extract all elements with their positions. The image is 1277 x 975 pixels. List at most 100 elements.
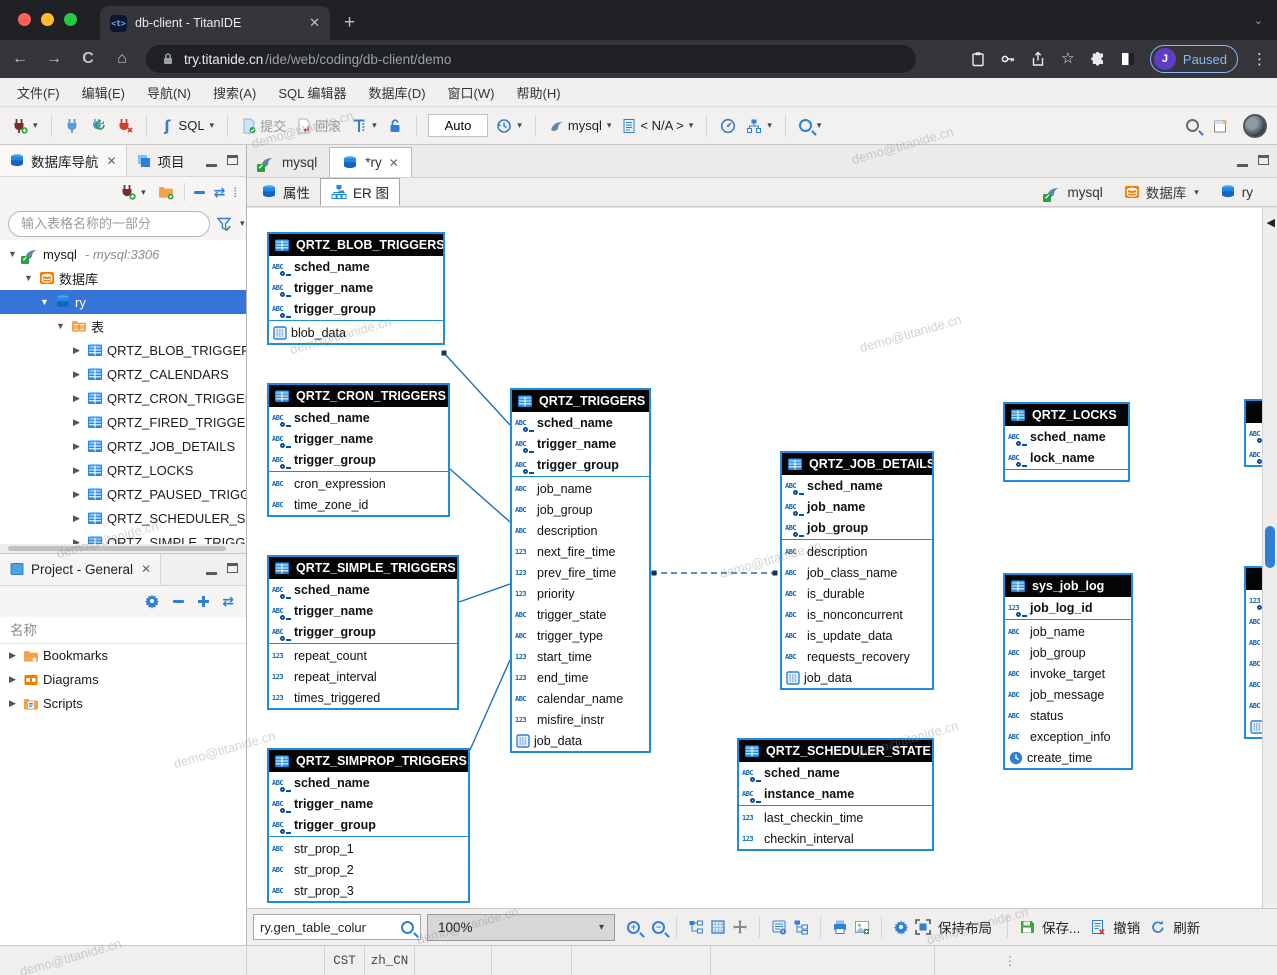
chevron-right-icon[interactable]: ▶ [6, 674, 19, 685]
chevron-down-icon[interactable]: ▼ [38, 297, 51, 307]
chevron-right-icon[interactable]: ▶ [70, 345, 83, 356]
refresh-button[interactable]: 刷新 [1173, 917, 1200, 937]
diagram-notes-icon[interactable] [771, 919, 787, 935]
project-item-bookmarks[interactable]: ▶Bookmarks [0, 644, 246, 668]
entity-column-invoke_target[interactable]: ABCinvoke_target [1005, 663, 1131, 684]
entity-column-job_name[interactable]: ABCjob_name [1005, 621, 1131, 642]
entity-column-instance_name[interactable]: ABCinstance_name [739, 783, 932, 804]
entity-qrtz_triggers[interactable]: QRTZ_TRIGGERSABCsched_nameABCtrigger_nam… [510, 388, 651, 753]
entity-column-misfire_instr[interactable]: 123misfire_instr [512, 709, 649, 730]
menu-item-5[interactable]: 数据库(D) [360, 80, 435, 105]
entity-column-sched_name[interactable]: ABCsched_name [269, 579, 457, 600]
entity-header[interactable]: QRTZ_CRON_TRIGGERS [269, 385, 448, 407]
minimize-editor-icon[interactable] [1237, 164, 1248, 167]
entity-column-trigger_name[interactable]: ABCtrigger_name [269, 428, 448, 449]
history-button[interactable]: ▾ [494, 115, 524, 137]
new-connection-small-button[interactable]: ▾ [118, 181, 148, 203]
expand-all-icon[interactable] [197, 595, 210, 608]
entity-column-start_time[interactable]: 123start_time [512, 646, 649, 667]
entity-column-checkin_interval[interactable]: 123checkin_interval [739, 828, 932, 849]
sql-editor-button[interactable]: ʃSQL▾ [158, 115, 217, 137]
entity-header[interactable]: QRTZ_SIMPLE_TRIGGERS [269, 557, 457, 579]
chevron-down-icon[interactable]: ▼ [54, 321, 67, 331]
entity-header[interactable]: QRTZ_BLOB_TRIGGERS [269, 234, 443, 256]
entity-column-trigger_state[interactable]: ABCtrigger_state [512, 604, 649, 625]
entity-column-str_prop_1[interactable]: ABCstr_prop_1 [269, 838, 468, 859]
entity-column-trigger_name[interactable]: ABCtrigger_name [269, 600, 457, 621]
editor-tab-mysql[interactable]: ✓mysql [247, 147, 329, 177]
tab-close-icon[interactable]: ✕ [309, 15, 320, 31]
entity-header[interactable]: QRTZ_SIMPROP_TRIGGERS [269, 750, 468, 772]
filter-dropdown-icon[interactable]: ▾ [240, 218, 245, 229]
collapse-all-icon[interactable] [193, 186, 206, 199]
entity-qrtz_simple_triggers[interactable]: QRTZ_SIMPLE_TRIGGERSABCsched_nameABCtrig… [267, 555, 459, 710]
entity-column-sched_name[interactable]: ABCsched_name [1005, 426, 1128, 447]
tab-overflow-chevron-icon[interactable]: ⌄ [1254, 14, 1263, 27]
clipboard-icon[interactable] [970, 51, 986, 67]
entity-column-job_group[interactable]: ABCjob_group [512, 499, 649, 520]
user-avatar[interactable] [1243, 114, 1267, 138]
commit-button[interactable]: 提交 [239, 113, 288, 138]
entity-column-sched_name[interactable]: ABCsched_name [269, 407, 448, 428]
maximize-panel-icon[interactable] [227, 155, 238, 165]
entity-column-times_triggered[interactable]: 123times_triggered [269, 687, 457, 708]
rollback-button[interactable]: 回滚 [294, 113, 343, 138]
tree-item-qrtz-blob-triggers[interactable]: ▶QRTZ_BLOB_TRIGGERS [0, 338, 246, 362]
entity-column-sched_name[interactable]: ABCsched_name [269, 256, 443, 277]
auto-layout-icon[interactable] [688, 919, 704, 935]
entity-qrtz_blob_triggers[interactable]: QRTZ_BLOB_TRIGGERSABCsched_nameABCtrigge… [267, 232, 445, 345]
bookmark-star-icon[interactable]: ☆ [1060, 51, 1076, 67]
entity-qrtz_job_details[interactable]: QRTZ_JOB_DETAILSABCsched_nameABCjob_name… [780, 451, 934, 690]
tree-item--[interactable]: ▼表 [0, 314, 246, 338]
entity-column-str_prop_3[interactable]: ABCstr_prop_3 [269, 880, 468, 901]
share-icon[interactable] [1030, 51, 1046, 67]
tab-database-navigator[interactable]: 数据库导航 ✕ [0, 145, 127, 176]
settings-gear-icon[interactable] [893, 919, 909, 935]
entity-column-end_time[interactable]: 123end_time [512, 667, 649, 688]
entity-column-job_name[interactable]: ABCjob_name [782, 496, 932, 517]
entity-column-requests_recovery[interactable]: ABCrequests_recovery [782, 646, 932, 667]
menu-item-7[interactable]: 帮助(H) [507, 80, 569, 105]
chevron-right-icon[interactable]: ▶ [70, 537, 83, 544]
perspective-icon[interactable] [1213, 118, 1229, 134]
home-icon[interactable]: ⌂ [112, 50, 132, 68]
entity-column-job_data[interactable]: job_data [512, 730, 649, 751]
entity-qrtz_simprop_triggers[interactable]: QRTZ_SIMPROP_TRIGGERSABCsched_nameABCtri… [267, 748, 470, 903]
scroll-thumb[interactable] [1265, 526, 1275, 568]
minimize-panel-icon[interactable] [206, 164, 217, 167]
entity-qrtz_scheduler_state[interactable]: QRTZ_SCHEDULER_STATEABCsched_nameABCinst… [737, 738, 934, 851]
undo-doc-icon[interactable] [1090, 919, 1106, 935]
close-icon[interactable]: ✕ [389, 156, 399, 170]
breadcrumb-item-ry[interactable]: ry [1220, 184, 1253, 200]
entity-column-repeat_count[interactable]: 123repeat_count [269, 645, 457, 666]
gear-icon[interactable] [144, 593, 160, 609]
entity-column-calendar_name[interactable]: ABCcalendar_name [512, 688, 649, 709]
close-icon[interactable]: ✕ [107, 154, 117, 168]
chevron-right-icon[interactable]: ▶ [70, 465, 83, 476]
entity-column-lock_name[interactable]: ABClock_name [1005, 447, 1128, 468]
browser-menu-kebab-icon[interactable]: ⋮ [1252, 50, 1267, 68]
entity-header[interactable]: QRTZ_LOCKS [1005, 404, 1128, 426]
entity-column-blob_data[interactable]: blob_data [269, 322, 443, 343]
entity-column-trigger_name[interactable]: ABCtrigger_name [512, 433, 649, 454]
entity-header[interactable]: QRTZ_SCHEDULER_STATE [739, 740, 932, 762]
filter-funnel-icon[interactable] [216, 216, 232, 232]
connect-button[interactable] [63, 115, 83, 137]
entity-column-job_message[interactable]: ABCjob_message [1005, 684, 1131, 705]
link-with-editor-icon[interactable]: ⇄ [214, 184, 226, 201]
entity-column-trigger_name[interactable]: ABCtrigger_name [269, 277, 443, 298]
minimize-panel-icon[interactable] [206, 572, 217, 575]
entity-column-job_log_id[interactable]: 123job_log_id [1005, 597, 1131, 618]
project-item-scripts[interactable]: ▶Scripts [0, 692, 246, 716]
forward-icon[interactable]: → [44, 50, 64, 68]
chevron-right-icon[interactable]: ▶ [70, 393, 83, 404]
entity-column-repeat_interval[interactable]: 123repeat_interval [269, 666, 457, 687]
chevron-right-icon[interactable]: ▶ [70, 513, 83, 524]
entity-column-time_zone_id[interactable]: ABCtime_zone_id [269, 494, 448, 515]
auto-commit-button[interactable]: Auto [428, 114, 489, 137]
save-button[interactable]: 保存... [1042, 917, 1080, 937]
editor-tab-ry[interactable]: *ry✕ [329, 147, 412, 177]
entity-qrtz_locks[interactable]: QRTZ_LOCKSABCsched_nameABClock_name [1003, 402, 1130, 482]
entity-column-description[interactable]: ABCdescription [782, 541, 932, 562]
entity-column-next_fire_time[interactable]: 123next_fire_time [512, 541, 649, 562]
